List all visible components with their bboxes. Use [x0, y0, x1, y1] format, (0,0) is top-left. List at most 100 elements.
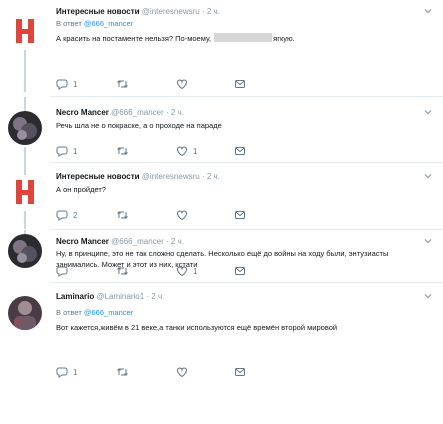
reply-to-line: В ответ @666_mancer [56, 18, 433, 29]
tweet-text: Речь шла не о покраске, а о проходе на п… [56, 121, 222, 130]
retweet-button[interactable] [116, 208, 134, 222]
tweet-4[interactable]: Necro Mancer @666_mancer · 2 ч. Ну, в пр… [0, 230, 443, 282]
author-handle[interactable]: @666_mancer [111, 237, 164, 246]
author-handle[interactable]: @interesnewsru [142, 7, 200, 16]
author-name[interactable]: Laminario [56, 292, 94, 301]
heart-icon [177, 210, 187, 221]
thread-line [24, 211, 26, 229]
tweet-time[interactable]: · 2 ч. [202, 7, 220, 16]
retweet-icon [117, 267, 128, 275]
message-button[interactable] [234, 208, 246, 222]
author-name[interactable]: Интересные новости [56, 172, 140, 181]
like-button[interactable] [176, 208, 193, 222]
message-button[interactable] [234, 264, 246, 278]
tweet-actions: 2 [56, 208, 306, 222]
tweet-3[interactable]: Интересные новости @interesnewsru · 2 ч.… [0, 163, 443, 229]
reply-icon [56, 367, 68, 378]
like-button[interactable]: 1 [176, 144, 197, 158]
reply-to-link[interactable]: @666_mancer [84, 19, 133, 28]
tweet-header: Necro Mancer @666_mancer · 2 ч. [56, 236, 433, 247]
tweet-header: Интересные новости @interesnewsru · 2 ч. [56, 6, 433, 17]
chevron-down-icon[interactable] [423, 236, 433, 246]
message-button[interactable] [234, 77, 246, 91]
author-handle[interactable]: @interesnewsru [142, 172, 200, 181]
envelope-icon [235, 80, 245, 88]
heart-icon [177, 146, 187, 157]
tweet-text: А он пройдет? [56, 185, 106, 194]
retweet-button[interactable] [116, 264, 134, 278]
envelope-icon [235, 368, 245, 376]
reply-icon [56, 210, 68, 221]
tweet-1[interactable]: Интересные новости @interesnewsru · 2 ч.… [0, 0, 443, 92]
reply-count: 1 [73, 146, 78, 156]
tweet-actions: 1 [56, 365, 306, 379]
retweet-button[interactable] [116, 77, 134, 91]
tweet-2[interactable]: Necro Mancer @666_mancer · 2 ч. Речь шла… [0, 97, 443, 169]
reply-to-line: В ответ @666_mancer [56, 307, 433, 318]
reply-icon [56, 266, 68, 277]
tweet-text: Вот кажется,живём в 21 веке,а танки испо… [56, 323, 338, 332]
reply-to-link[interactable]: @666_mancer [84, 308, 133, 317]
retweet-button[interactable] [116, 144, 134, 158]
tweet-header: Интересные новости @interesnewsru · 2 ч. [56, 171, 433, 182]
reply-button[interactable]: 1 [56, 77, 77, 91]
reply-count: 1 [73, 79, 78, 89]
thread-line [24, 97, 26, 111]
tweet-5[interactable]: Laminario @Laminario1 · 2 ч. В ответ @66… [0, 283, 443, 424]
reply-button[interactable] [56, 264, 73, 278]
tweet-actions: 1 [56, 264, 306, 278]
avatar-interesnews[interactable] [8, 175, 42, 209]
chevron-down-icon[interactable] [423, 6, 433, 16]
heart-icon [177, 367, 187, 378]
tweet-time[interactable]: · 2 ч. [166, 237, 184, 246]
tweet-time[interactable]: · 2 ч. [202, 172, 220, 181]
author-name[interactable]: Necro Mancer [56, 108, 109, 117]
chevron-down-icon[interactable] [423, 171, 433, 181]
tweet-time[interactable]: · 2 ч. [166, 108, 184, 117]
reply-button[interactable]: 1 [56, 365, 77, 379]
reply-icon [56, 146, 68, 157]
tweet-text-part: ягкую. [273, 34, 295, 43]
tweet-text: А красить на постаменте нельзя? По-моему… [56, 33, 433, 45]
reply-button[interactable]: 2 [56, 208, 77, 222]
heart-icon [177, 79, 187, 90]
reply-icon [56, 79, 68, 90]
redacted-block [214, 33, 273, 42]
thread-line [24, 50, 26, 92]
heart-icon [177, 266, 187, 277]
retweet-icon [117, 80, 128, 88]
tweet-text-part: А красить на постаменте нельзя? По-моему… [56, 34, 212, 43]
reply-count: 2 [73, 210, 78, 220]
like-count: 1 [193, 146, 198, 156]
envelope-icon [235, 211, 245, 219]
author-handle[interactable]: @666_mancer [111, 108, 164, 117]
reply-count: 1 [73, 367, 78, 377]
avatar-necro-mancer[interactable] [8, 234, 42, 268]
like-button[interactable] [176, 77, 193, 91]
avatar-interesnews[interactable] [8, 14, 42, 48]
reply-prefix: В ответ [56, 308, 82, 317]
like-button[interactable]: 1 [176, 264, 197, 278]
thread-line [24, 163, 26, 175]
author-name[interactable]: Интересные новости [56, 7, 140, 16]
envelope-icon [235, 267, 245, 275]
retweet-button[interactable] [116, 365, 134, 379]
tweet-header: Necro Mancer @666_mancer · 2 ч. [56, 107, 433, 118]
author-name[interactable]: Necro Mancer [56, 237, 109, 246]
tweet-header: Laminario @Laminario1 · 2 ч. [56, 291, 433, 302]
tweet-actions: 1 1 [56, 144, 306, 158]
tweet-time[interactable]: · 2 ч. [146, 292, 164, 301]
avatar-laminario[interactable] [8, 296, 42, 330]
retweet-icon [117, 368, 128, 376]
author-handle[interactable]: @Laminario1 [96, 292, 144, 301]
avatar-necro-mancer[interactable] [8, 111, 42, 145]
retweet-icon [117, 211, 128, 219]
chevron-down-icon[interactable] [423, 107, 433, 117]
like-count: 1 [193, 266, 198, 276]
reply-button[interactable]: 1 [56, 144, 77, 158]
like-button[interactable] [176, 365, 193, 379]
message-button[interactable] [234, 365, 246, 379]
message-button[interactable] [234, 144, 246, 158]
tweet-actions: 1 [56, 77, 306, 91]
chevron-down-icon[interactable] [423, 291, 433, 301]
